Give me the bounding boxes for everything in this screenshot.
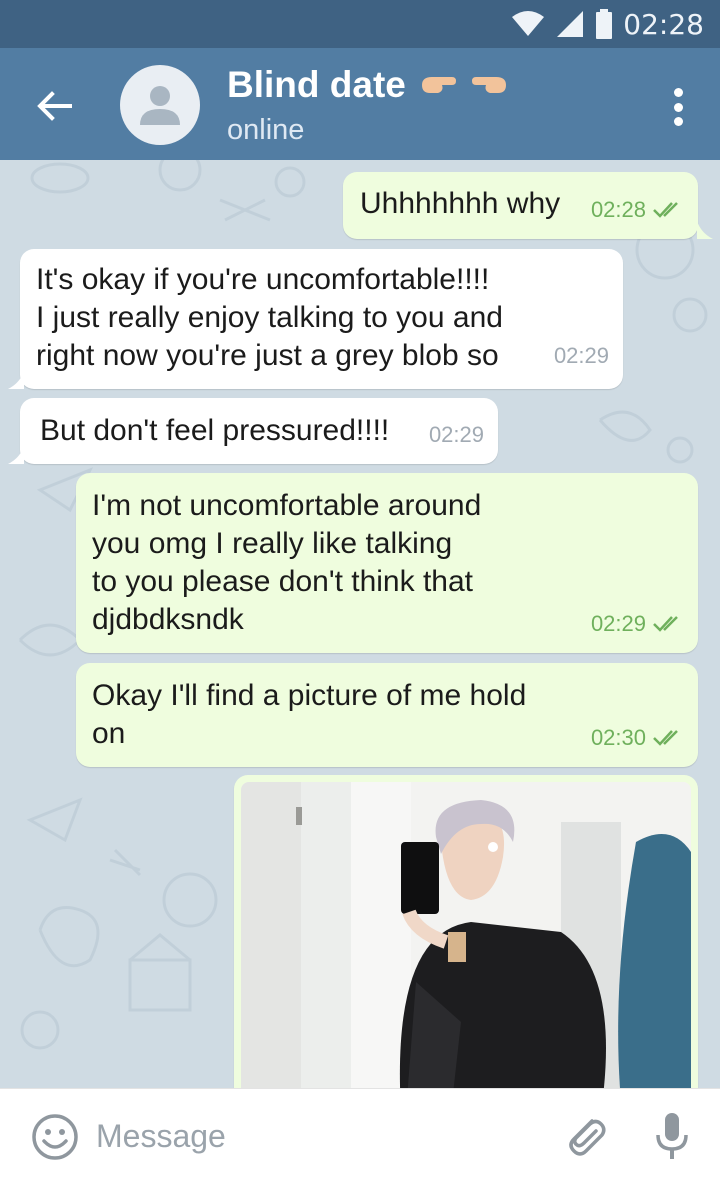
voice-message-button[interactable] [650,1109,694,1165]
message-time: 02:29 [428,422,484,447]
message-text: Okay I'll find a picture of me hold on [92,679,527,750]
chat-header: Blind date online [0,48,720,160]
battery-icon [596,9,613,39]
outgoing-message[interactable]: Uhhhhhhh why 02:28 [343,172,698,239]
attach-button[interactable] [560,1111,610,1161]
message-input[interactable] [96,1111,516,1161]
smiley-icon [32,1114,78,1160]
microphone-icon [656,1113,688,1159]
more-options-button[interactable] [658,82,698,132]
avatar[interactable] [120,65,200,145]
paperclip-icon [569,1119,606,1156]
bubble-tail [8,446,24,464]
incoming-message[interactable]: But don't feel pressured!!!! 02:29 [20,398,498,464]
message-composer [0,1088,720,1184]
mirror-selfie-photo[interactable] [241,782,691,1088]
chat-title[interactable]: Blind date [227,64,510,106]
bubble-tail [8,371,24,389]
more-vertical-icon [673,88,683,97]
emoji-button[interactable] [31,1113,79,1161]
message-text: It's okay if you're uncomfortable!!!! I … [36,263,503,372]
status-time: 02:28 [623,7,704,41]
message-time: 02:29 [590,611,646,636]
message-meta: 02:29 [429,416,484,454]
double-check-icon [653,202,678,218]
user-icon [140,86,180,125]
double-check-icon [653,730,678,746]
message-text: I'm not uncomfortable around you omg I r… [92,489,482,636]
message-time: 02:28 [590,197,646,222]
outgoing-message[interactable]: I'm not uncomfortable around you omg I r… [76,473,698,653]
status-bar: 02:28 [0,0,720,48]
incoming-message[interactable]: It's okay if you're uncomfortable!!!! I … [20,249,623,389]
message-text: But don't feel pressured!!!! [40,414,390,447]
double-check-icon [653,616,678,632]
back-button[interactable] [26,78,82,134]
message-meta: 02:28 [591,191,684,229]
message-meta: 02:29 [591,605,684,643]
chat-status: online [227,114,305,146]
bubble-tail [697,221,713,239]
wifi-icon [512,11,545,36]
message-time: 02:30 [590,725,646,750]
message-text: Uhhhhhhh why [360,187,561,220]
photo-image [241,782,691,1088]
arrow-left-icon [37,91,72,121]
message-meta: 02:29 [554,337,609,375]
message-list[interactable]: Uhhhhhhh why 02:28 It's okay if you're u… [0,160,720,1088]
pointing-hands-icon [421,77,506,93]
outgoing-message[interactable]: Okay I'll find a picture of me hold on 0… [76,663,698,767]
signal-icon [557,11,584,37]
message-meta: 02:30 [591,719,684,757]
chat-title-text: Blind date [227,64,406,105]
message-time: 02:29 [553,343,609,368]
outgoing-photo-message[interactable] [234,775,698,1088]
